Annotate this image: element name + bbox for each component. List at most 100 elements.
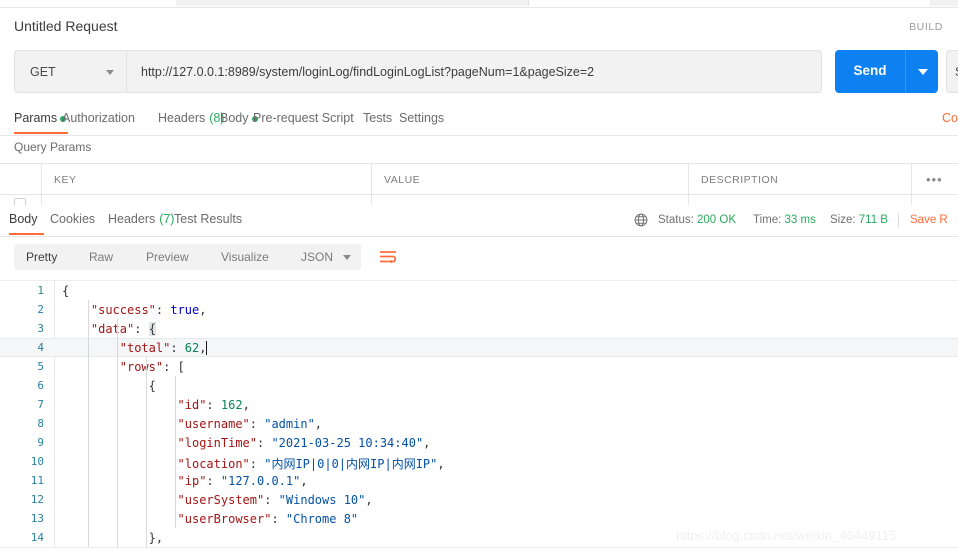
token-p: , [423, 436, 431, 450]
token-p: : [ [163, 360, 185, 374]
token-p: : [206, 474, 221, 488]
size-value: 711 B [858, 214, 888, 226]
token-p: , [199, 303, 207, 317]
column-header-key: KEY [54, 174, 77, 186]
line-number: 2 [37, 303, 44, 316]
response-tabs: Status: 200 OK Time: 33 ms Size: 711 B S… [0, 205, 958, 237]
token-p: : [249, 417, 265, 431]
line-number: 12 [30, 493, 44, 506]
tab-label: Body [220, 111, 249, 125]
code-link[interactable]: Co [942, 111, 958, 125]
query-params-checkbox-column [0, 164, 42, 195]
row-value-cell[interactable] [372, 195, 689, 205]
code-text: "userSystem": "Windows 10", [178, 493, 373, 507]
response-body-viewer[interactable]: 1{ 2 "success": true, 3 "data": {4 "total": 6… [0, 280, 958, 549]
code-line[interactable]: 6{ [0, 376, 958, 395]
token-p: : [170, 341, 185, 355]
row-key-cell[interactable] [42, 195, 372, 205]
code-text: "loginTime": "2021-03-25 10:34:40", [178, 436, 431, 450]
watermark: https://blog.csdn.net/weixin_46449115 [676, 528, 897, 543]
row-description-cell[interactable] [689, 195, 912, 205]
divider [898, 213, 899, 228]
request-tabs: Params Authorization Headers (8) Body Pre-req… [0, 104, 958, 136]
code-line[interactable]: 12 "userSystem": "Windows 10", [0, 490, 958, 509]
send-options-button[interactable] [905, 50, 938, 93]
checkbox-icon[interactable] [14, 198, 26, 205]
status-group: Status: 200 OK [658, 214, 736, 226]
token-s: "127.0.0.1" [220, 474, 301, 488]
row-checkbox-cell[interactable] [0, 195, 42, 205]
view-mode-label: Pretty [26, 250, 58, 264]
token-p: : [206, 398, 221, 412]
word-wrap-button[interactable] [375, 244, 401, 270]
token-k: "userBrowser" [177, 512, 272, 526]
code-line[interactable]: 13 "userBrowser": "Chrome 8" [0, 509, 958, 528]
code-line[interactable]: 9 "loginTime": "2021-03-25 10:34:40", [0, 433, 958, 452]
code-line[interactable]: 10 "location": "内网IP|0|0|内网IP|内网IP", [0, 452, 958, 471]
size-label: Size: [830, 214, 856, 226]
code-text: "total": 62, [120, 341, 207, 355]
code-line[interactable]: 2 "success": true, [0, 300, 958, 319]
token-n: 162 [220, 398, 243, 412]
tab-inactive-remnant[interactable] [176, 0, 529, 6]
token-brk: { [148, 322, 156, 336]
token-b: true [170, 303, 200, 317]
token-p: { [62, 284, 70, 298]
query-params-key-column: KEY [42, 164, 372, 195]
code-text: "data": { [91, 322, 156, 336]
time-value: 33 ms [784, 214, 816, 226]
code-line[interactable]: 1{ [0, 281, 958, 300]
code-line[interactable]: 3 "data": { [0, 319, 958, 338]
token-k: "username" [177, 417, 250, 431]
tab-strip-right-remnant[interactable] [930, 0, 958, 6]
token-p: { [148, 379, 156, 393]
save-button[interactable]: S [946, 50, 958, 93]
query-params-description-column: DESCRIPTION [689, 164, 912, 195]
code-line[interactable]: 11 "ip": "127.0.0.1", [0, 471, 958, 490]
token-k: "rows" [119, 360, 164, 374]
text-cursor [206, 341, 208, 355]
column-header-description: DESCRIPTION [701, 174, 779, 186]
code-text: "username": "admin", [178, 417, 323, 431]
line-number: 5 [37, 360, 44, 373]
url-input[interactable]: http://127.0.0.1:8989/system/loginLog/fi… [126, 50, 822, 93]
tab-count: (7) [159, 212, 175, 226]
view-mode-label: Preview [146, 250, 189, 264]
token-k: "data" [90, 322, 135, 336]
indent-guide [87, 300, 89, 549]
code-line[interactable]: 8 "username": "admin", [0, 414, 958, 433]
code-text: { [62, 284, 69, 298]
send-button[interactable]: Send [835, 50, 905, 93]
time-label: Time: [753, 214, 782, 226]
code-line[interactable]: 4 "total": 62, [0, 338, 958, 357]
table-row[interactable] [0, 195, 958, 205]
ellipsis-icon[interactable]: ••• [926, 173, 943, 186]
column-header-value: VALUE [384, 174, 421, 186]
chevron-down-icon [343, 255, 351, 260]
send-button-label: Send [853, 63, 887, 78]
code-line[interactable]: 7 "id": 162, [0, 395, 958, 414]
page-title: Untitled Request [14, 18, 118, 34]
status-badge: 200 OK [697, 214, 737, 226]
code-text: { [149, 379, 156, 393]
code-text: "id": 162, [178, 398, 250, 412]
save-response-button[interactable]: Save R [910, 214, 948, 226]
build-label[interactable]: BUILD [909, 21, 943, 33]
method-selector[interactable]: GET [14, 50, 126, 93]
indent-guide [145, 357, 147, 547]
tab-label: Authorization [62, 111, 135, 125]
code-line[interactable]: 5 "rows": [ [0, 357, 958, 376]
query-params-label: Query Params [14, 140, 92, 154]
tab-active-remnant[interactable] [0, 0, 177, 6]
tab-label: Pre-request Script [253, 111, 354, 125]
active-tab-underline [14, 132, 68, 134]
line-number: 10 [30, 455, 44, 468]
line-number: 11 [30, 474, 44, 487]
token-k: "success" [90, 303, 156, 317]
format-selector[interactable]: JSON [291, 244, 361, 270]
token-p: : [264, 493, 279, 507]
token-p: : [257, 436, 272, 450]
token-s: "内网IP|0|0|内网IP|内网IP" [264, 457, 438, 471]
tab-label: Headers [158, 111, 206, 125]
globe-icon [634, 213, 648, 227]
